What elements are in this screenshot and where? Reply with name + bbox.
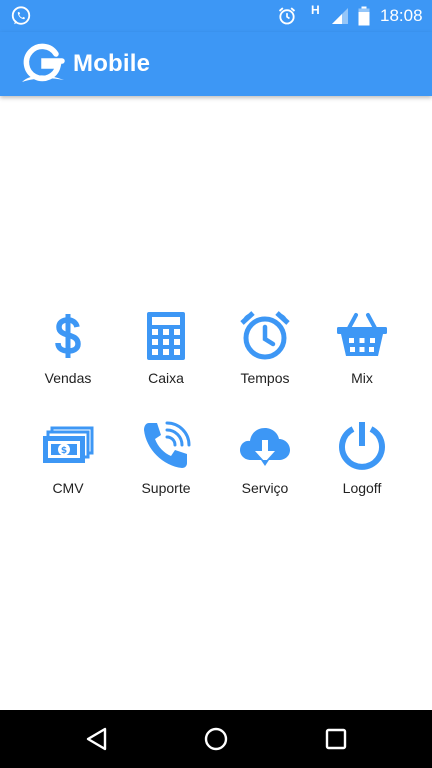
recents-icon[interactable] (321, 724, 351, 754)
home-icon[interactable] (201, 724, 231, 754)
menu-item-label: Tempos (240, 370, 290, 386)
phone-icon (140, 420, 192, 472)
menu-item-label: CMV (52, 480, 84, 496)
menu-item-mix[interactable]: Mix (312, 300, 412, 396)
svg-text:$: $ (61, 446, 67, 456)
menu-item-vendas[interactable]: Vendas (18, 300, 118, 396)
navigation-bar (0, 710, 432, 768)
g-logo (20, 40, 66, 91)
menu-item-label: Logoff (342, 480, 382, 496)
menu-item-cmv[interactable]: $ CMV (18, 410, 118, 506)
network-type: H (311, 3, 320, 17)
status-bar: H 18:08 (0, 0, 432, 32)
alarm-icon (277, 0, 297, 32)
cloud-download-icon (239, 420, 291, 472)
clock: 18:08 (380, 6, 423, 25)
money-stack-icon: $ (42, 420, 94, 472)
menu-item-label: Serviço (241, 480, 289, 496)
menu-item-suporte[interactable]: Suporte (116, 410, 216, 506)
alarm-clock-icon (239, 310, 291, 362)
menu-item-label: Suporte (141, 480, 191, 496)
app-title: Mobile (73, 50, 151, 77)
whatsapp-icon (10, 0, 32, 32)
power-icon (336, 420, 388, 472)
back-icon[interactable] (82, 724, 112, 754)
app-bar: Mobile (0, 32, 432, 96)
signal-icon (330, 0, 350, 32)
menu-item-label: Mix (351, 370, 373, 386)
battery-icon (358, 0, 370, 32)
menu-item-servico[interactable]: Serviço (215, 410, 315, 506)
dollar-icon (42, 310, 94, 362)
menu-item-caixa[interactable]: Caixa (116, 300, 216, 396)
basket-icon (336, 310, 388, 362)
menu-item-label: Vendas (44, 370, 92, 386)
menu-item-tempos[interactable]: Tempos (215, 300, 315, 396)
menu-item-logoff[interactable]: Logoff (312, 410, 412, 506)
menu-item-label: Caixa (148, 370, 184, 386)
calculator-icon (140, 310, 192, 362)
